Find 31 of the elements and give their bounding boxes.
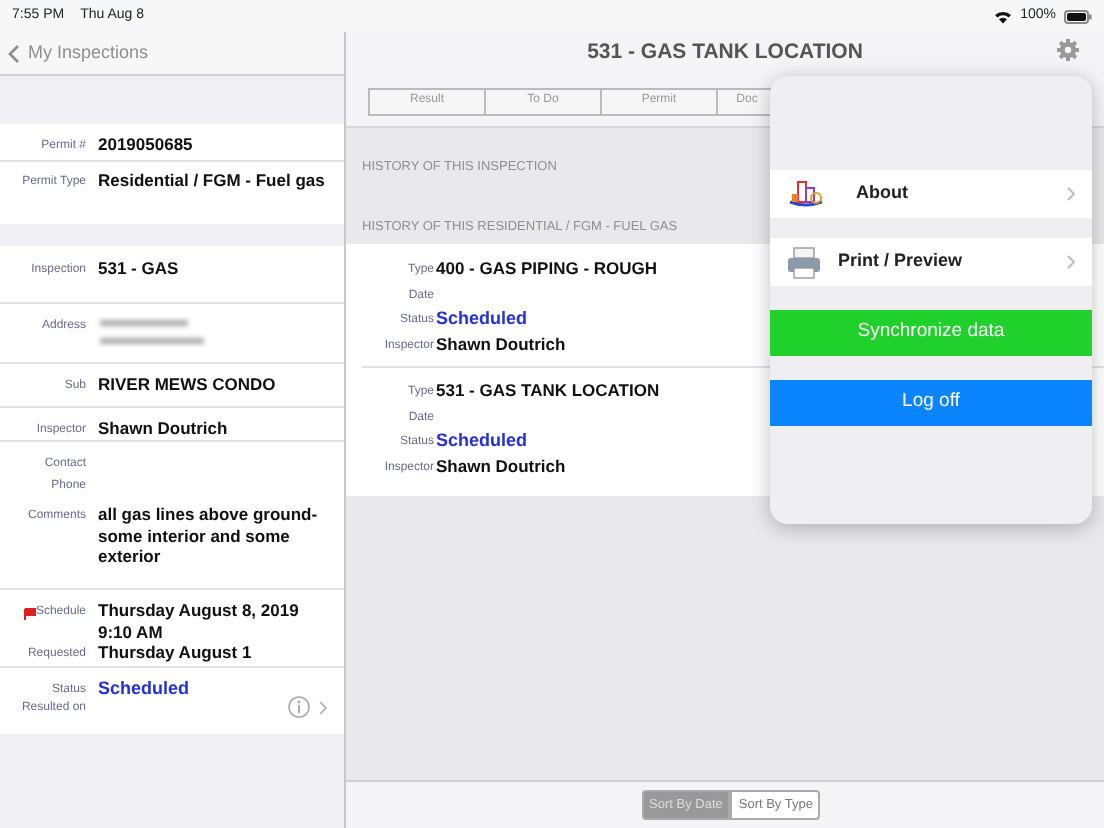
field-value: 400 - GAS PIPING - ROUGH: [434, 258, 658, 281]
field-value: all gas lines above ground- some interior and some exterior: [96, 504, 320, 568]
settings-icon[interactable]: [1056, 38, 1080, 62]
info-icon: [288, 696, 310, 718]
field-value: Shawn Doutrich: [434, 333, 566, 356]
wifi-icon: [994, 9, 1013, 23]
chevron-right-icon: [318, 699, 328, 715]
chevron-left-icon: [8, 43, 20, 63]
field-value: Thursday August 1: [96, 642, 252, 664]
field-value: Shawn Doutrich: [434, 455, 566, 478]
field-value: RIVER MEWS CONDO: [96, 374, 276, 396]
printer-icon: [786, 245, 822, 279]
battery-icon: [1064, 9, 1092, 23]
sync-button[interactable]: Synchronize data: [770, 310, 1092, 356]
field-value: Thursday August 8, 2019 9:10 AM: [96, 600, 301, 643]
field-value: 531 - GAS TANK LOCATION: [434, 380, 660, 403]
menu-item[interactable]: Print / Preview: [770, 238, 1092, 286]
chevron-right-icon: [1066, 186, 1076, 202]
field-value: Shawn Doutrich: [96, 418, 228, 440]
status-value: Scheduled: [434, 308, 528, 331]
status-value: Scheduled: [434, 430, 528, 453]
building-icon: [786, 177, 822, 211]
screen-title: 531 - GAS TANK LOCATION: [587, 38, 863, 69]
log-off-button[interactable]: Log off: [770, 380, 1092, 426]
field-value: 2019050685: [96, 134, 193, 156]
field-value: Residential / FGM - Fuel gas: [96, 170, 325, 192]
status-value: Scheduled: [96, 678, 190, 701]
flag-icon: [23, 607, 36, 619]
chevron-right-icon: [1066, 254, 1076, 270]
menu-item[interactable]: About: [770, 170, 1092, 218]
field-value: 531 - GAS: [96, 258, 179, 280]
